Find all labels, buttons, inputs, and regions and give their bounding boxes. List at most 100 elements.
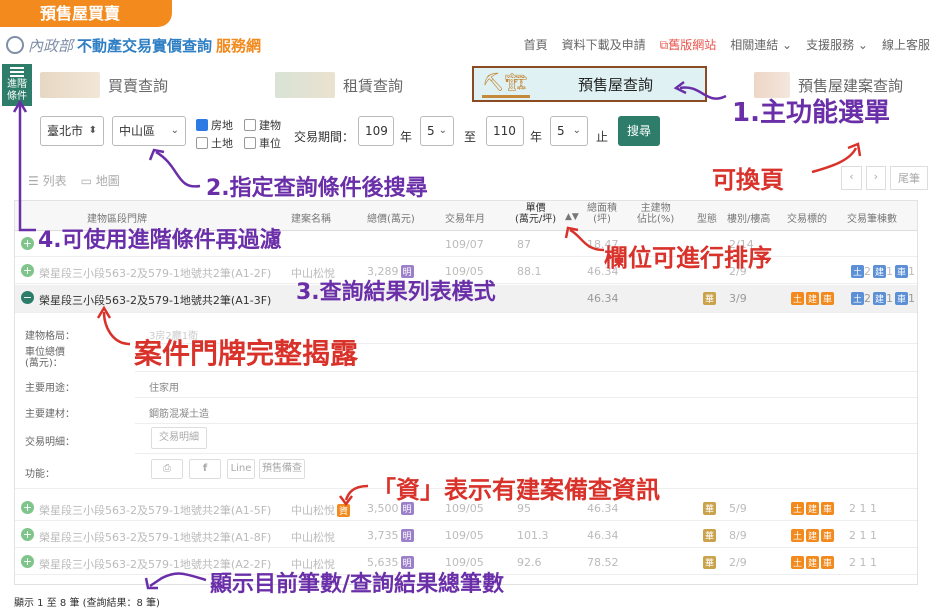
nav-download[interactable]: 資料下載及申請	[562, 36, 646, 53]
expand-icon[interactable]: +	[21, 528, 34, 541]
city-select[interactable]: 臺北市 ⬍	[40, 116, 104, 146]
search-button[interactable]: 搜尋	[618, 116, 660, 146]
cell-project: 中山松悅資	[291, 502, 351, 518]
presale-record-button[interactable]: 預售備查	[259, 459, 305, 479]
transaction-detail-button[interactable]: 交易明細	[151, 427, 207, 449]
site-logo[interactable]: 內政部 不動產交易實價查詢 服務網	[6, 34, 261, 56]
expand-icon[interactable]: +	[21, 501, 34, 514]
crane-icon: ⛏🏗	[482, 72, 530, 98]
expand-icon[interactable]: +	[21, 555, 34, 568]
list-view-button[interactable]: ☰ 列表	[28, 172, 67, 189]
last-page-button[interactable]: 尾筆	[890, 166, 928, 190]
cell-type: 華	[701, 556, 717, 569]
col-floor[interactable]: 樓別/樓高	[727, 210, 770, 225]
cell-project: 中山松悅	[291, 531, 335, 544]
detail-badge[interactable]: 明	[400, 529, 414, 542]
expand-icon[interactable]: +	[21, 237, 34, 250]
tab-presale[interactable]: ⛏🏗 預售屋查詢	[472, 66, 707, 102]
building-badge: 建	[873, 292, 887, 305]
nav-home[interactable]: 首頁	[524, 36, 548, 53]
building-badge: 建	[806, 292, 820, 305]
presale-info-badge[interactable]: 資	[337, 504, 351, 517]
checkbox-land[interactable]: 土地	[196, 135, 233, 151]
year-from-input[interactable]: 109	[358, 116, 394, 146]
col-type[interactable]: 型態	[697, 210, 717, 225]
cell-unit: 101.3	[517, 529, 549, 542]
annotation-main-menu: 1.主功能選單	[732, 98, 890, 128]
cell-area: 46.34	[587, 529, 619, 542]
collapse-icon[interactable]: −	[21, 291, 34, 304]
col-target[interactable]: 交易標的	[787, 210, 827, 225]
month-to-select[interactable]: 5 ⌄	[550, 116, 588, 146]
col-ratio[interactable]: 主建物 佔比(%)	[637, 203, 674, 225]
divider	[135, 423, 917, 424]
to-label: 至	[464, 130, 477, 144]
nav-old-site[interactable]: ⧉舊版網站	[660, 36, 717, 53]
cell-target: 土建車	[789, 556, 835, 569]
land-badge: 土	[851, 265, 865, 278]
checkbox-label: 土地	[211, 137, 233, 150]
tab-rent[interactable]: 租賃查詢	[275, 68, 403, 102]
checkbox-parking[interactable]: 車位	[244, 135, 281, 151]
nav-links[interactable]: 相關連結 ⌄	[730, 36, 792, 53]
advanced-filter-button[interactable]: 進階 條件	[2, 64, 32, 106]
cell-floor: 5/9	[729, 502, 747, 515]
cell-target: 土建車	[789, 502, 835, 515]
logo-site-suffix: 服務網	[216, 36, 262, 55]
cell-total: 3,735 明	[367, 529, 414, 542]
chevron-down-icon: ⌄	[170, 125, 179, 136]
annotation-address: 案件門牌完整揭露	[134, 337, 359, 370]
nav-support[interactable]: 支援服務 ⌄	[806, 36, 868, 53]
col-unit-price[interactable]: 單價 (萬元/坪)	[515, 203, 556, 225]
detail-material-label: 主要建材：	[25, 409, 75, 420]
cell-unit: 88.1	[517, 265, 542, 278]
annotation-advanced: 4.可使用進階條件再過濾	[38, 228, 282, 253]
month-from-select[interactable]: 5 ⌄	[420, 116, 454, 146]
facebook-button[interactable]: f	[189, 459, 221, 479]
map-view-button[interactable]: ▭ 地圖	[81, 172, 120, 189]
cell-counts: 土2建1車1	[851, 265, 916, 278]
tab-presale-label: 預售屋查詢	[578, 75, 654, 94]
year-to-input[interactable]: 110	[486, 116, 524, 146]
cell-floor: 2/9	[729, 556, 747, 569]
tab-sale-label: 買賣查詢	[108, 76, 169, 95]
detail-parking-label: 車位總價 (萬元)：	[25, 347, 65, 369]
land-badge: 土	[791, 529, 805, 542]
month-from-value: 5	[427, 124, 435, 138]
print-button[interactable]: ⎙	[151, 459, 183, 479]
col-area[interactable]: 總面積 (坪)	[587, 203, 617, 225]
col-counts[interactable]: 交易筆棟數	[847, 210, 897, 225]
checkbox-label: 建物	[259, 119, 281, 132]
checkbox-house-land[interactable]: 房地	[196, 117, 233, 133]
checkbox-icon	[244, 119, 256, 131]
pager: ‹ › 尾筆	[841, 166, 928, 190]
banner-title: 預售屋買賣	[0, 0, 172, 27]
col-date[interactable]: 交易年月	[445, 210, 485, 225]
expand-icon[interactable]: +	[21, 264, 34, 277]
col-project[interactable]: 建案名稱	[291, 210, 331, 225]
prev-page-button[interactable]: ‹	[841, 166, 862, 190]
cell-counts: 2 1 1	[849, 556, 877, 569]
type-badge: 華	[703, 292, 717, 305]
land-badge: 土	[791, 292, 805, 305]
nav-service[interactable]: 線上客服	[882, 36, 930, 53]
district-select[interactable]: 中山區 ⌄	[112, 116, 186, 146]
checkbox-building[interactable]: 建物	[244, 117, 281, 133]
year-label: 年	[530, 130, 543, 144]
next-page-button[interactable]: ›	[865, 166, 886, 190]
cell-type: 華	[701, 502, 717, 515]
col-total[interactable]: 總價(萬元)	[367, 210, 415, 225]
parking-badge: 車	[895, 265, 909, 278]
table-row[interactable]: + 榮星段三小段563-2及579-1地號共2筆(A1-8F) 中山松悅 3,7…	[15, 522, 917, 548]
type-badge: 華	[703, 529, 717, 542]
parking-badge: 車	[821, 529, 835, 542]
cell-counts: 土2建1車1	[851, 292, 916, 305]
tab-sale[interactable]: 買賣查詢	[40, 68, 168, 102]
sort-icon[interactable]: ▲▼	[565, 212, 579, 222]
building-badge: 建	[806, 502, 820, 515]
checkbox-label: 房地	[211, 119, 233, 132]
line-share-button[interactable]: Line	[227, 459, 255, 479]
building-badge: 建	[806, 556, 820, 569]
annotation-paging: 可換頁	[712, 166, 784, 194]
month-to-value: 5	[557, 124, 565, 138]
